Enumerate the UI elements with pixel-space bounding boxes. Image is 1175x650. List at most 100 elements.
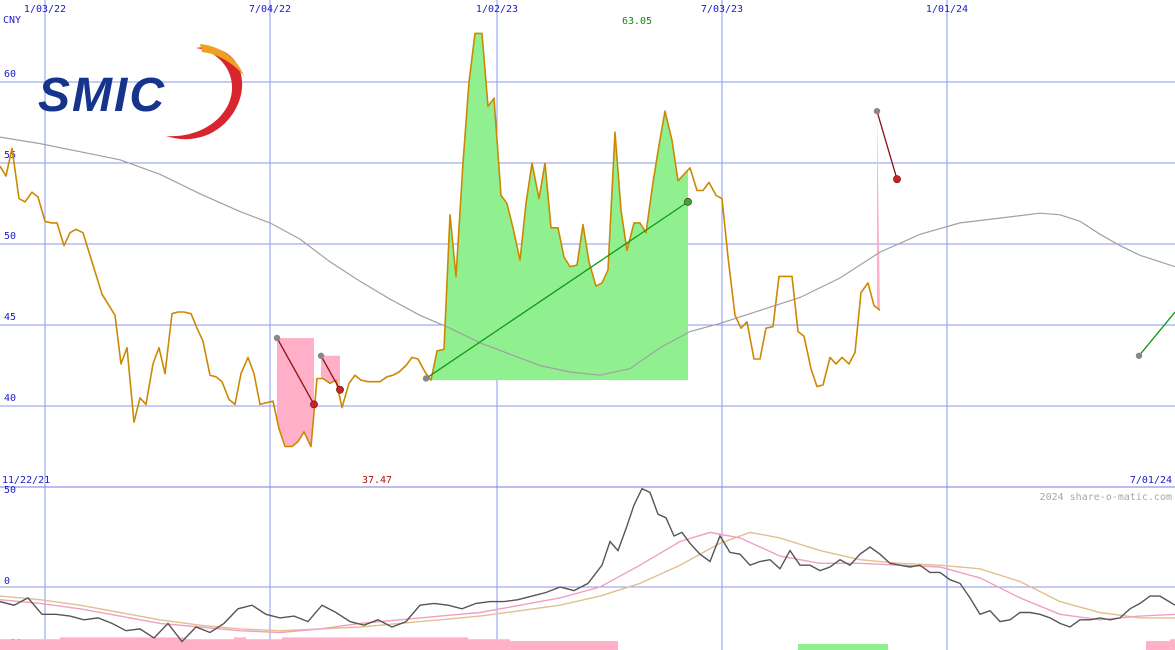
histogram-bar	[1152, 641, 1158, 650]
oscillator-fast-line	[0, 531, 1175, 634]
trend-line	[1138, 311, 1175, 357]
histogram-bar	[444, 637, 450, 650]
histogram-bar	[612, 641, 618, 650]
histogram-bar	[546, 641, 552, 650]
histogram-bar	[528, 641, 534, 650]
histogram-bar	[48, 639, 54, 650]
histogram-bar	[828, 644, 834, 650]
trend-end-marker	[310, 400, 318, 409]
trend-end-marker	[336, 385, 344, 394]
histogram-bar	[228, 639, 234, 650]
histogram-bar	[24, 639, 30, 650]
histogram-bar	[804, 644, 810, 650]
y-tick-label: 60	[4, 69, 16, 80]
oscillator-panel	[0, 487, 1175, 650]
histogram-bar	[426, 637, 432, 650]
histogram-bar	[54, 639, 60, 650]
histogram-bar	[90, 637, 96, 650]
low-label: 37.47	[362, 475, 392, 486]
histogram-bar	[270, 639, 276, 650]
y-tick-label: 50	[4, 231, 16, 242]
histogram-bar	[282, 637, 288, 650]
histogram-bar	[264, 639, 270, 650]
histogram-bar	[558, 641, 564, 650]
histogram-bar	[156, 637, 162, 650]
histogram-bar	[108, 637, 114, 650]
x-tick-label: 7/04/22	[249, 4, 291, 15]
histogram-bar	[360, 637, 366, 650]
histogram-bar	[174, 637, 180, 650]
histogram-bar	[582, 641, 588, 650]
histogram-bar	[306, 637, 312, 650]
histogram-bar	[276, 639, 282, 650]
histogram-bar	[1146, 641, 1152, 650]
histogram-bar	[588, 641, 594, 650]
histogram-bar	[210, 639, 216, 650]
trend-line	[876, 110, 898, 180]
histogram-bar	[438, 637, 444, 650]
histogram-bar	[534, 641, 540, 650]
histogram-bar	[576, 641, 582, 650]
histogram-bar	[540, 641, 546, 650]
loss-area	[277, 337, 314, 447]
histogram-bar	[150, 637, 156, 650]
histogram-bar	[498, 639, 504, 650]
histogram-bar	[288, 637, 294, 650]
range-end-label: 7/01/24	[1130, 475, 1172, 486]
histogram-bar	[858, 644, 864, 650]
x-tick-label: 1/03/22	[24, 4, 66, 15]
histogram-bar	[516, 641, 522, 650]
trend-end-marker	[684, 197, 692, 206]
histogram-bar	[474, 639, 480, 650]
histogram-bar	[378, 637, 384, 650]
histogram-bar	[480, 639, 486, 650]
watermark: 2024 share-o-matic.com	[1040, 492, 1172, 503]
histogram-bar	[396, 637, 402, 650]
histogram-bar	[522, 641, 528, 650]
histogram-bar	[432, 637, 438, 650]
histogram-bar	[606, 641, 612, 650]
histogram-bar	[468, 639, 474, 650]
histogram-bar	[846, 644, 852, 650]
histogram-bar	[294, 637, 300, 650]
histogram-bar	[414, 637, 420, 650]
histogram-bar	[234, 637, 240, 650]
gain-area	[426, 33, 688, 381]
histogram-bar	[312, 637, 318, 650]
logo-text: SMIC	[38, 69, 166, 122]
histogram-bar	[6, 639, 12, 650]
histogram-bar	[12, 639, 18, 650]
histogram-bar	[408, 637, 414, 650]
histogram-bar	[30, 639, 36, 650]
histogram-bar	[462, 637, 468, 650]
trend-start-marker	[422, 375, 430, 382]
histogram-bar	[456, 637, 462, 650]
currency-label: CNY	[3, 15, 21, 26]
histogram-bar	[132, 637, 138, 650]
histogram-bar	[258, 639, 264, 650]
loss-area	[877, 111, 880, 311]
histogram-bar	[78, 637, 84, 650]
trend-start-marker	[1135, 352, 1143, 359]
histogram-bar	[168, 637, 174, 650]
histogram-bar	[348, 637, 354, 650]
histogram-bar	[384, 637, 390, 650]
x-tick-label: 1/02/23	[476, 4, 518, 15]
histogram-bar	[162, 637, 168, 650]
histogram-bar	[240, 637, 246, 650]
oscillator-slow-line	[0, 531, 1175, 632]
histogram-bar	[198, 639, 204, 650]
swing-areas	[277, 33, 880, 447]
histogram-bar	[450, 637, 456, 650]
price-panel	[0, 32, 1175, 448]
histogram-bar	[0, 639, 6, 650]
histogram-bar	[822, 644, 828, 650]
y-tick-label: 45	[4, 312, 16, 323]
histogram-bar	[1158, 641, 1164, 650]
histogram-bar	[354, 637, 360, 650]
histogram-bar	[330, 637, 336, 650]
histogram-bar	[594, 641, 600, 650]
histogram-bar	[126, 637, 132, 650]
trend-start-marker	[317, 352, 325, 359]
trend-start-marker	[873, 107, 881, 115]
